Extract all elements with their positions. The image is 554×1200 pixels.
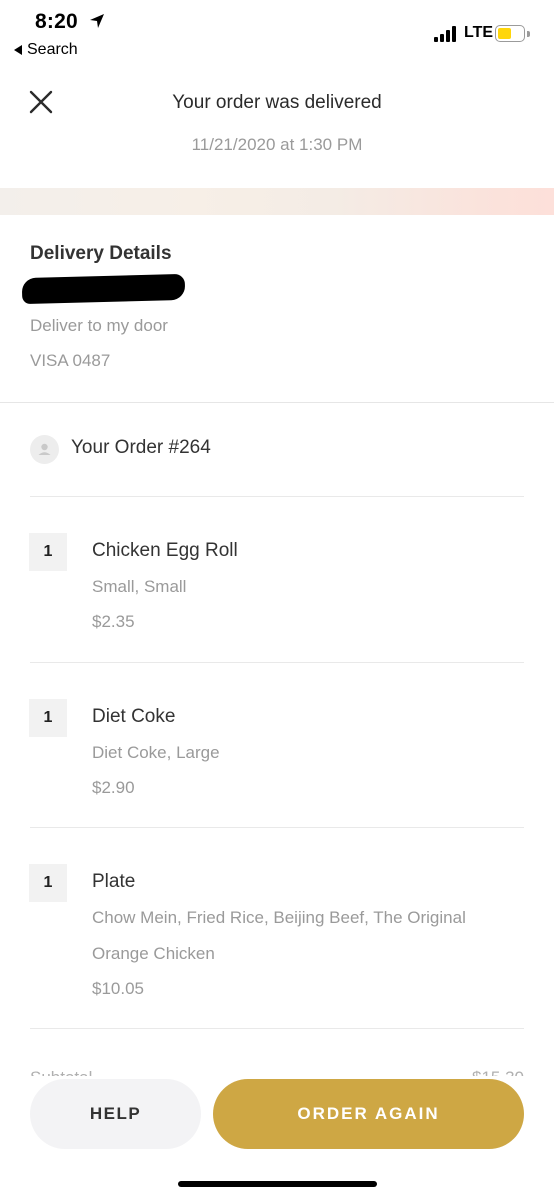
item-options: Chow Mein, Fried Rice, Beijing Beef, The… (92, 908, 466, 963)
item-quantity: 1 (29, 864, 67, 902)
redacted-address (21, 273, 186, 305)
divider (30, 1028, 524, 1029)
back-label: Search (27, 41, 78, 58)
battery-level (498, 28, 512, 39)
item-price: $10.05 (92, 979, 144, 998)
signal-icon (434, 26, 456, 42)
item-price: $2.35 (92, 612, 135, 631)
back-triangle-icon (14, 45, 22, 55)
decorative-band (0, 188, 554, 215)
delivery-method: Deliver to my door (30, 316, 168, 335)
item-quantity: 1 (29, 533, 67, 571)
page-title: Your order was delivered (172, 92, 382, 113)
status-time: 8:20 (35, 10, 78, 33)
divider (30, 827, 524, 828)
help-button[interactable]: HELP (30, 1079, 201, 1149)
order-number-title: Your Order #264 (71, 437, 211, 458)
person-icon (38, 443, 51, 455)
location-arrow-icon (90, 14, 104, 28)
status-bar: 8:20 Search LTE (0, 0, 554, 70)
divider (30, 496, 524, 497)
order-date: 11/21/2020 at 1:30 PM (191, 135, 363, 154)
back-to-search[interactable]: Search (14, 41, 78, 59)
item-options: Diet Coke, Large (92, 743, 220, 762)
battery-tip (527, 31, 530, 37)
item-quantity: 1 (29, 699, 67, 737)
item-price: $2.90 (92, 778, 135, 797)
order-again-button[interactable]: ORDER AGAIN (213, 1079, 524, 1149)
section-divider (0, 402, 554, 403)
item-name: Diet Coke (92, 706, 176, 727)
battery-icon (495, 25, 525, 42)
home-indicator[interactable] (178, 1181, 377, 1187)
user-avatar-icon (30, 435, 59, 464)
divider (30, 662, 524, 663)
payment-method: VISA 0487 (30, 351, 111, 370)
item-options: Small, Small (92, 577, 187, 596)
item-name: Plate (92, 871, 136, 892)
item-name: Chicken Egg Roll (92, 540, 238, 561)
network-type: LTE (464, 24, 494, 41)
delivery-details-title: Delivery Details (30, 243, 172, 264)
